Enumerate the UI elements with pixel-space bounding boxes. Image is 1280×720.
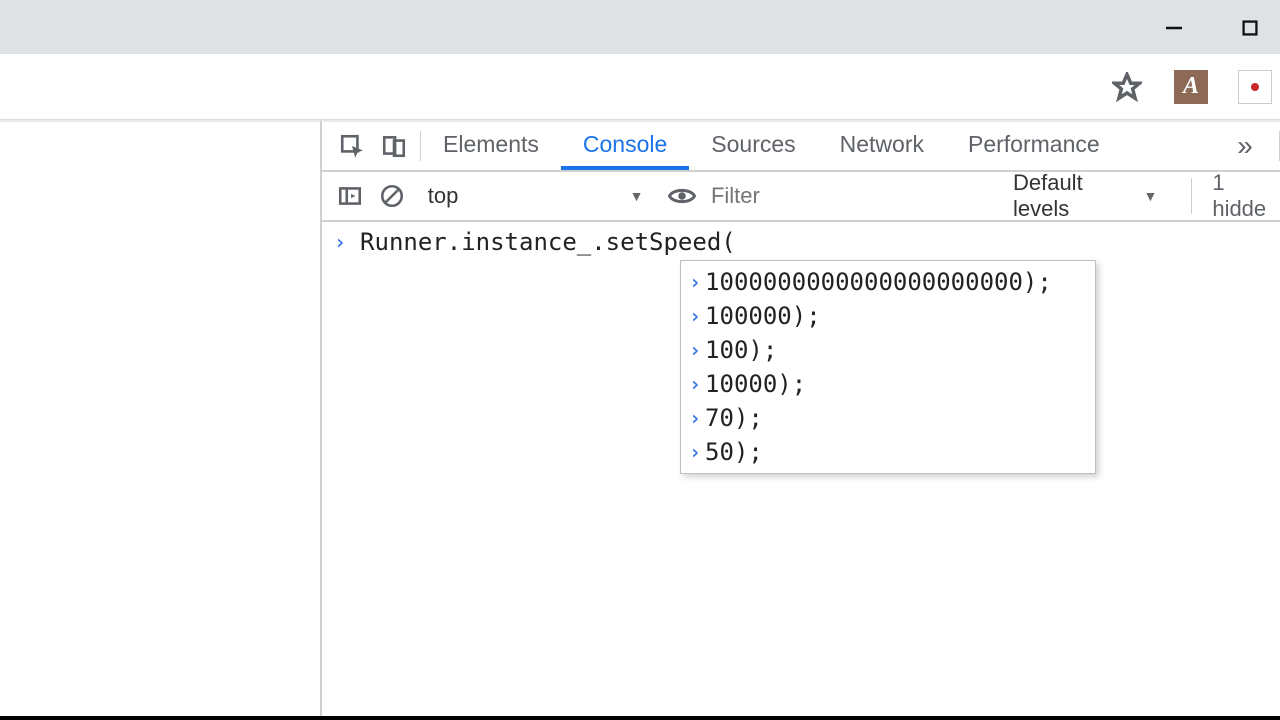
devtools-tabstrip: Elements Console Sources Network Perform… [322,122,1280,172]
chevron-right-icon: › [689,338,701,362]
console-body[interactable]: › Runner.instance_.setSpeed( ›1000000000… [322,222,1280,720]
extension-pdf-icon[interactable]: A [1174,70,1208,104]
hidden-messages-label[interactable]: 1 hidde [1191,178,1280,214]
chevron-right-icon: › [689,270,701,294]
chevron-right-icon: › [689,372,701,396]
tab-console[interactable]: Console [561,122,689,170]
window-maximize-button[interactable] [1236,14,1264,42]
tab-sources[interactable]: Sources [689,122,817,170]
execution-context-label: top [428,183,459,209]
live-expression-icon[interactable] [663,179,701,213]
chevron-down-icon: ▼ [630,188,644,204]
execution-context-selector[interactable]: top ▼ [418,178,654,214]
window-minimize-button[interactable] [1160,14,1188,42]
content-area: Elements Console Sources Network Perform… [0,120,1280,720]
autocomplete-item-text: 50); [705,438,763,466]
prompt-caret-icon: › [334,228,346,256]
console-input-text[interactable]: Runner.instance_.setSpeed( [360,228,736,256]
browser-toolbar: A [0,54,1280,120]
inspect-element-icon[interactable] [332,126,372,166]
chevron-right-icon: › [689,440,701,464]
bottom-border [0,716,1280,720]
autocomplete-item[interactable]: ›100); [681,333,1095,367]
extension-icon[interactable] [1238,70,1272,104]
autocomplete-item[interactable]: ›50); [681,435,1095,469]
chevron-down-icon: ▼ [1143,188,1157,204]
autocomplete-item-text: 100000); [705,302,821,330]
console-sidebar-toggle-icon[interactable] [334,179,366,213]
chevron-right-icon: › [689,406,701,430]
autocomplete-item-text: 100); [705,336,777,364]
tab-network[interactable]: Network [818,122,946,170]
chevron-right-icon: › [689,304,701,328]
devtools-panel: Elements Console Sources Network Perform… [320,120,1280,720]
log-levels-label: Default levels [1013,170,1136,222]
autocomplete-item[interactable]: ›100000); [681,299,1095,333]
page-viewport [0,120,320,720]
tab-performance[interactable]: Performance [946,122,1122,170]
bookmark-star-icon[interactable] [1110,70,1144,104]
clear-console-icon[interactable] [376,179,408,213]
console-prompt-line[interactable]: › Runner.instance_.setSpeed( [322,222,1280,262]
autocomplete-item-text: 1000000000000000000000); [705,268,1052,296]
autocomplete-item[interactable]: ›10000); [681,367,1095,401]
autocomplete-item-text: 10000); [705,370,806,398]
autocomplete-item[interactable]: ›70); [681,401,1095,435]
console-toolbar: top ▼ Default levels ▼ 1 hidde [322,172,1280,222]
autocomplete-item[interactable]: ›1000000000000000000000); [681,265,1095,299]
autocomplete-item-text: 70); [705,404,763,432]
log-levels-selector[interactable]: Default levels ▼ [1013,170,1157,222]
console-filter-input[interactable] [711,178,999,214]
tabs-overflow-button[interactable]: » [1223,130,1267,162]
window-titlebar [0,0,1280,54]
tab-elements[interactable]: Elements [421,122,561,170]
device-toolbar-icon[interactable] [374,126,414,166]
autocomplete-popup: ›1000000000000000000000);›100000);›100);… [680,260,1096,474]
